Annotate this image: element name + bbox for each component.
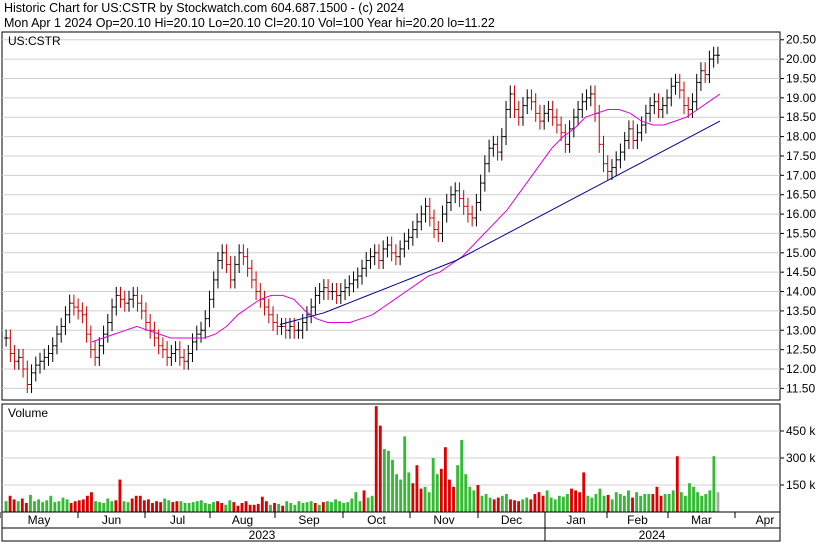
price-tick-label: 19.00 <box>786 91 816 105</box>
price-tick-label: 12.50 <box>786 343 816 357</box>
month-label: Jul <box>170 513 185 527</box>
price-tick-label: 18.50 <box>786 110 816 124</box>
price-tick-label: 20.50 <box>786 33 816 47</box>
price-tick-label: 14.00 <box>786 285 816 299</box>
price-tick-label: 14.50 <box>786 265 816 279</box>
price-panel-title: US:CSTR <box>8 34 61 48</box>
volume-tick-label: 300 k <box>786 451 816 465</box>
volume-panel-title: Volume <box>8 406 48 420</box>
volume-tick-label: 150 k <box>786 478 816 492</box>
price-tick-label: 19.50 <box>786 71 816 85</box>
price-plot-area <box>1 31 781 401</box>
month-label: Mar <box>691 513 712 527</box>
price-tick-label: 16.00 <box>786 207 816 221</box>
volume-tick-label: 450 k <box>786 424 816 438</box>
month-label: Nov <box>433 513 454 527</box>
volume-panel: 150 k 300 k 450 k Volume <box>1 403 816 513</box>
month-label: Oct <box>367 513 386 527</box>
price-tick-label: 20.00 <box>786 52 816 66</box>
month-label: Dec <box>501 513 522 527</box>
price-tick-label: 12.00 <box>786 362 816 376</box>
price-panel: 11.50 12.00 12.50 13.00 13.50 14.00 14.50 15.00… <box>1 31 816 401</box>
month-label: May <box>28 513 51 527</box>
month-label: Jan <box>566 513 585 527</box>
price-tick-label: 17.50 <box>786 149 816 163</box>
price-tick-label: 13.50 <box>786 304 816 318</box>
date-axis: May Jun Jul Aug Sep Oct Nov Dec Jan Feb Mar Apr 2023… <box>0 511 781 542</box>
price-tick-label: 17.00 <box>786 168 816 182</box>
price-tick-label: 11.50 <box>786 381 815 395</box>
month-label: Apr <box>756 513 775 527</box>
month-label: Aug <box>232 513 253 527</box>
month-label: Sep <box>298 513 320 527</box>
price-tick-label: 16.50 <box>786 188 816 202</box>
month-label: Feb <box>627 513 648 527</box>
price-tick-label: 18.00 <box>786 130 816 144</box>
price-tick-label: 15.50 <box>786 226 816 240</box>
price-tick-label: 13.00 <box>786 323 816 337</box>
month-label: Jun <box>102 513 121 527</box>
year-label: 2023 <box>249 528 276 542</box>
year-label: 2024 <box>639 528 666 542</box>
stock-chart: 11.50 12.00 12.50 13.00 13.50 14.00 14.50 15.00… <box>0 31 816 542</box>
price-tick-label: 15.00 <box>786 246 816 260</box>
